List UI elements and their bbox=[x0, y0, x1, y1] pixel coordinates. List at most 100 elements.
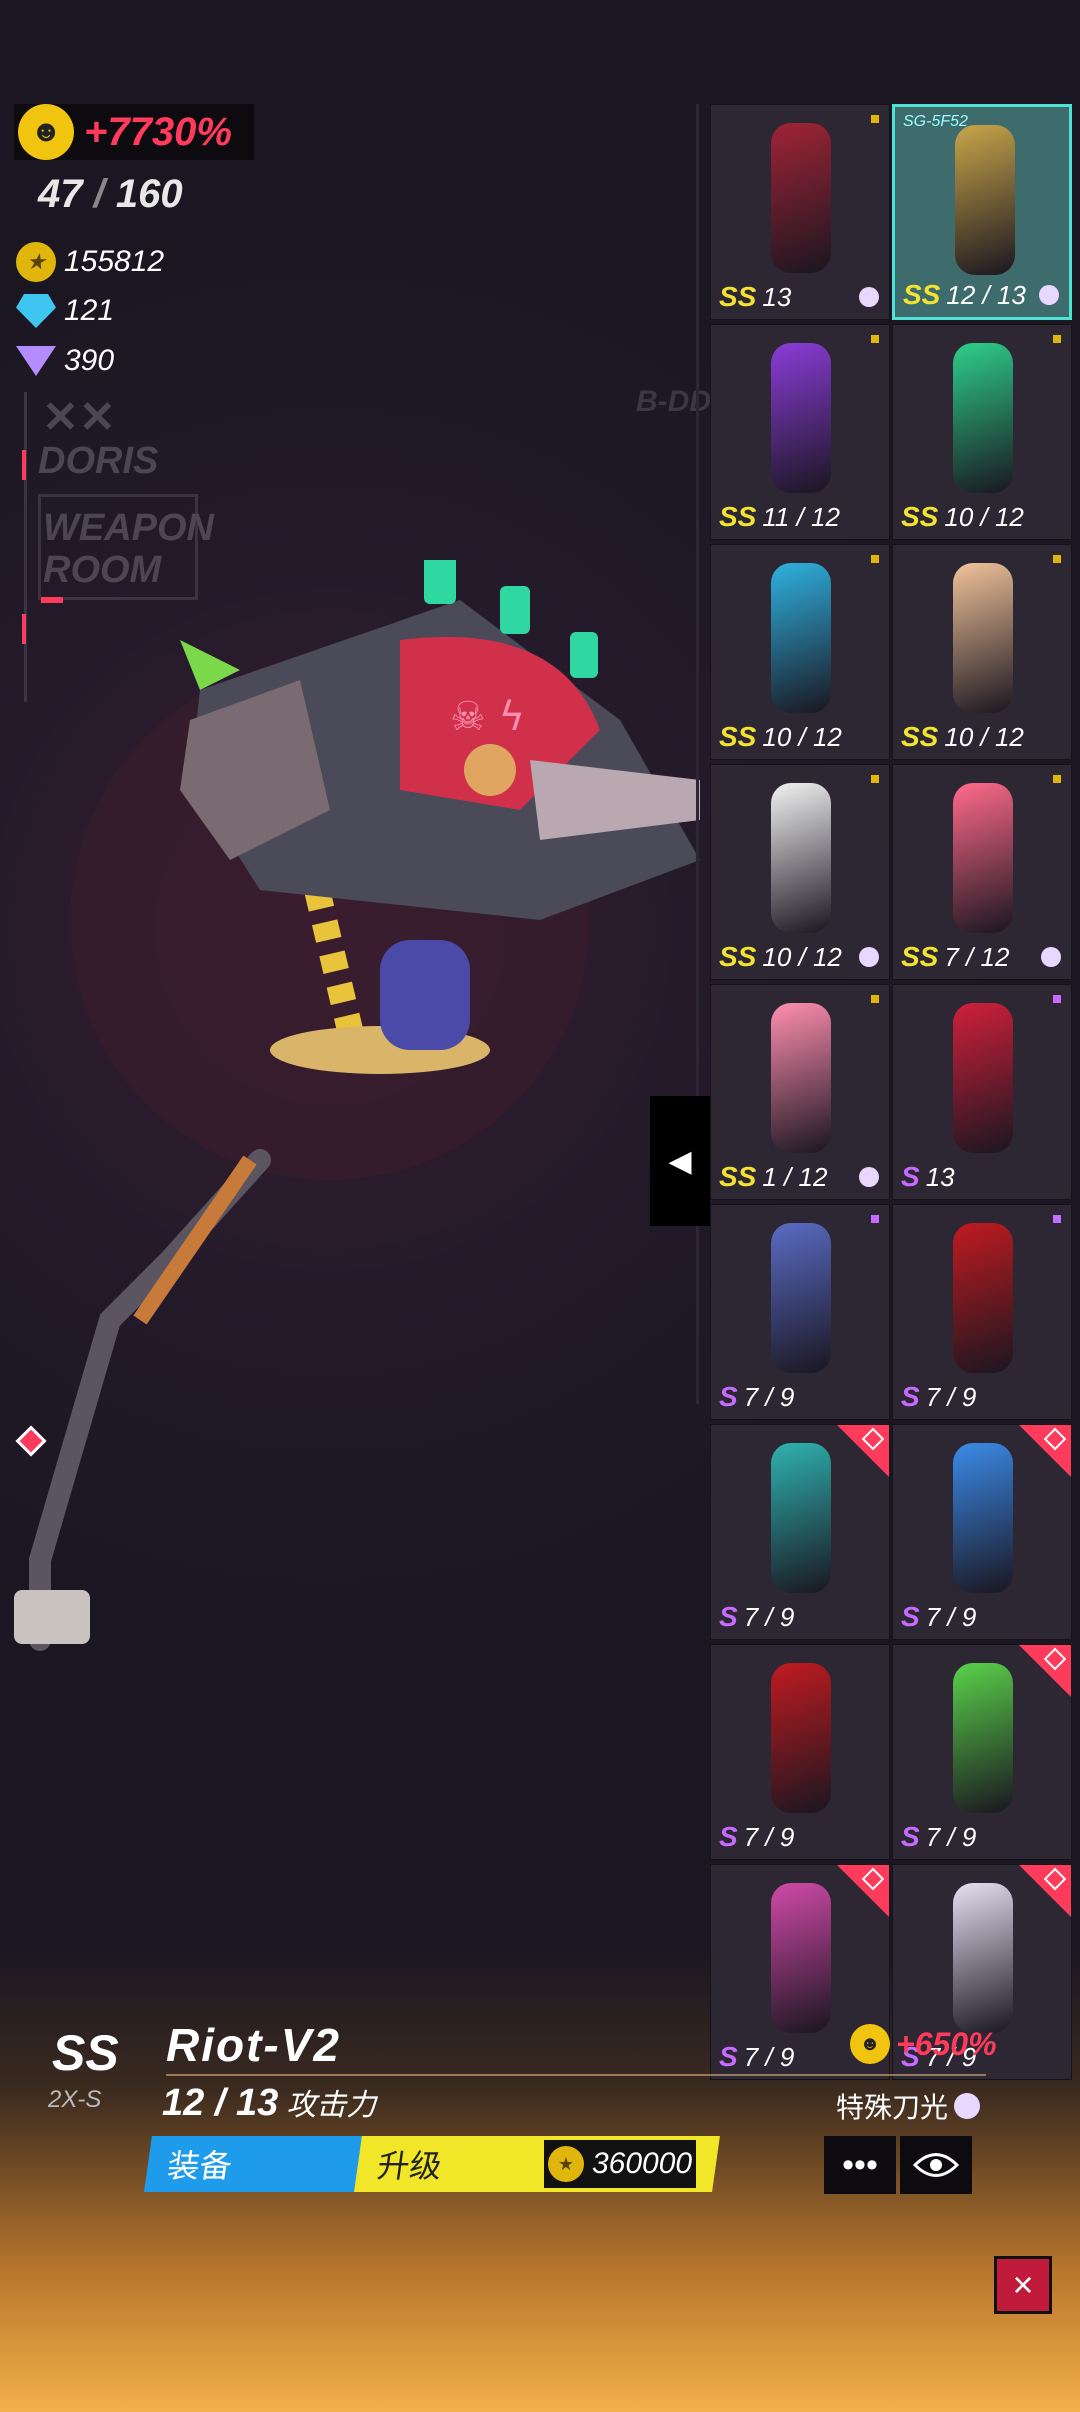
new-indicator-dot bbox=[871, 1215, 879, 1223]
nav-doris[interactable]: DORIS bbox=[38, 440, 158, 483]
weapon-card-level: 10 / 12 bbox=[762, 722, 842, 752]
weapon-count: 47 / 160 bbox=[38, 172, 183, 216]
weapon-card-label: SS 12 / 13 bbox=[903, 279, 1026, 311]
upgrade-cost-value: 360000 bbox=[592, 2147, 693, 2180]
weapon-card[interactable]: S7 / 9 bbox=[710, 1644, 890, 1860]
weapon-thumbnail bbox=[953, 563, 1013, 713]
weapon-preview-image[interactable]: ☠ ϟ bbox=[0, 560, 700, 1700]
weapon-level-value: 12 / 13 bbox=[162, 2082, 279, 2124]
corner-badge bbox=[1019, 1425, 1071, 1477]
weapon-card[interactable]: S7 / 9 bbox=[892, 1644, 1072, 1860]
weapon-code: SG-5F52 bbox=[903, 113, 968, 130]
orb-icon bbox=[1039, 285, 1059, 305]
close-button[interactable]: × bbox=[994, 2256, 1052, 2314]
weapon-spring bbox=[380, 940, 470, 1050]
new-indicator-dot bbox=[1053, 1215, 1061, 1223]
equip-button[interactable]: 装备 bbox=[144, 2136, 372, 2192]
weapon-tier: S bbox=[901, 1601, 920, 1632]
weapon-vial bbox=[424, 560, 456, 604]
orb-icon bbox=[859, 1167, 879, 1187]
chevron-left-icon: ◀ bbox=[668, 1144, 692, 1178]
weapon-card-label: SS 11 / 12 bbox=[719, 501, 840, 533]
weapon-thumbnail bbox=[953, 1883, 1013, 2033]
weapon-card[interactable]: S7 / 9 bbox=[710, 1204, 890, 1420]
view-button[interactable] bbox=[900, 2136, 972, 2194]
weapon-card-label: SS 10 / 12 bbox=[901, 721, 1024, 753]
weapon-bonus-value: +650% bbox=[896, 2025, 997, 2062]
weapon-card[interactable]: S7 / 9 bbox=[892, 1204, 1072, 1420]
rank-value: SS bbox=[52, 2025, 119, 2081]
new-indicator-dot bbox=[871, 335, 879, 343]
weapon-tier: S bbox=[719, 1821, 738, 1852]
weapon-card[interactable]: SS 10 / 12 bbox=[892, 324, 1072, 540]
weapon-tier: S bbox=[719, 1601, 738, 1632]
weapon-card[interactable]: S7 / 9 bbox=[710, 1424, 890, 1640]
weapon-thumbnail bbox=[955, 125, 1015, 275]
weapon-graffiti: ☠ ϟ bbox=[450, 694, 525, 740]
weapon-tier: S bbox=[719, 1381, 738, 1412]
new-indicator-dot bbox=[1053, 775, 1061, 783]
weapon-bonus: ☻ +650% bbox=[850, 2024, 997, 2064]
weapon-card-level: 12 / 13 bbox=[946, 280, 1026, 310]
weapon-thumbnail bbox=[953, 1003, 1013, 1153]
weapon-card-label: S7 / 9 bbox=[719, 1601, 794, 1633]
crystal-value: 390 bbox=[64, 344, 115, 377]
more-button[interactable]: ••• bbox=[824, 2136, 896, 2194]
weapon-card-level: 7 / 9 bbox=[925, 1602, 977, 1632]
diamond-counter: 121 bbox=[16, 294, 114, 328]
weapon-card[interactable]: SS 10 / 12 bbox=[710, 764, 890, 980]
weapon-card-label: SS 13 bbox=[719, 281, 791, 313]
weapon-thumbnail bbox=[953, 1663, 1013, 1813]
weapon-thumbnail bbox=[771, 1663, 831, 1813]
weapon-card-label: SS 10 / 12 bbox=[719, 941, 842, 973]
weapon-thumbnail bbox=[771, 563, 831, 713]
weapon-tier: SS bbox=[719, 281, 757, 312]
weapon-card[interactable]: S7 / 9 bbox=[892, 1424, 1072, 1640]
weapon-card[interactable]: SS 10 / 12 bbox=[710, 544, 890, 760]
attack-label: 攻击力 bbox=[286, 2089, 377, 2122]
orb-icon bbox=[954, 2093, 981, 2119]
weapon-level: 12 / 13 攻击力 bbox=[162, 2080, 376, 2125]
weapon-card-label: S7 / 9 bbox=[901, 1821, 976, 1853]
weapon-grip bbox=[133, 1155, 257, 1325]
weapon-card-level: 13 bbox=[762, 282, 792, 312]
gold-value: 155812 bbox=[64, 245, 165, 278]
special-effect-label: 特殊刀光 bbox=[836, 2092, 949, 2123]
crossed-swords-icon: ✕✕ bbox=[42, 393, 116, 442]
upgrade-label: 升级 bbox=[375, 2148, 445, 2184]
weapon-card-label: S7 / 9 bbox=[901, 1381, 976, 1413]
weapon-card[interactable]: SS 11 / 12 bbox=[710, 324, 890, 540]
new-indicator-dot bbox=[1053, 335, 1061, 343]
tag-label: B-DD bbox=[636, 385, 711, 418]
total-bonus-value: +7730% bbox=[84, 109, 232, 154]
weapon-vial bbox=[500, 586, 530, 634]
weapon-card-level: 7 / 9 bbox=[925, 1822, 977, 1852]
weapon-card[interactable]: S 13 bbox=[892, 984, 1072, 1200]
weapon-card[interactable]: SS 10 / 12 bbox=[892, 544, 1072, 760]
weapon-card[interactable]: SS 13 bbox=[710, 104, 890, 320]
new-indicator-dot bbox=[871, 555, 879, 563]
collapse-arrow-button[interactable]: ◀ bbox=[650, 1096, 710, 1226]
corner-badge bbox=[837, 1865, 889, 1917]
diamond-icon bbox=[16, 294, 56, 328]
weapon-tier: S bbox=[901, 1161, 920, 1192]
new-indicator-dot bbox=[871, 115, 879, 123]
total-bonus-box: ☻ +7730% bbox=[14, 104, 254, 160]
new-indicator-dot bbox=[871, 775, 879, 783]
weapon-tier: S bbox=[901, 1821, 920, 1852]
weapon-card-label: S7 / 9 bbox=[719, 1381, 794, 1413]
weapon-card[interactable]: SG-5F52 SS 12 / 13 bbox=[892, 104, 1072, 320]
weapon-card[interactable]: SS 1 / 12 bbox=[710, 984, 890, 1200]
smiley-face-icon: ☻ bbox=[850, 2024, 890, 2064]
weapon-vial bbox=[570, 632, 598, 678]
weapon-grid: SS 13 SG-5F52 SS 12 / 13 SS 11 / 12 SS 10 / 12 SS… bbox=[710, 104, 1080, 2084]
new-indicator-dot bbox=[1053, 555, 1061, 563]
weapon-tier: SS bbox=[903, 279, 941, 310]
gold-counter: ★ 155812 bbox=[16, 242, 164, 282]
orb-icon bbox=[1041, 947, 1061, 967]
weapon-card[interactable]: SS 7 / 12 bbox=[892, 764, 1072, 980]
corner-badge bbox=[837, 1425, 889, 1477]
weapon-thumbnail bbox=[771, 1003, 831, 1153]
weapon-card-label: S7 / 9 bbox=[719, 1821, 794, 1853]
weapon-tier: S bbox=[901, 1381, 920, 1412]
